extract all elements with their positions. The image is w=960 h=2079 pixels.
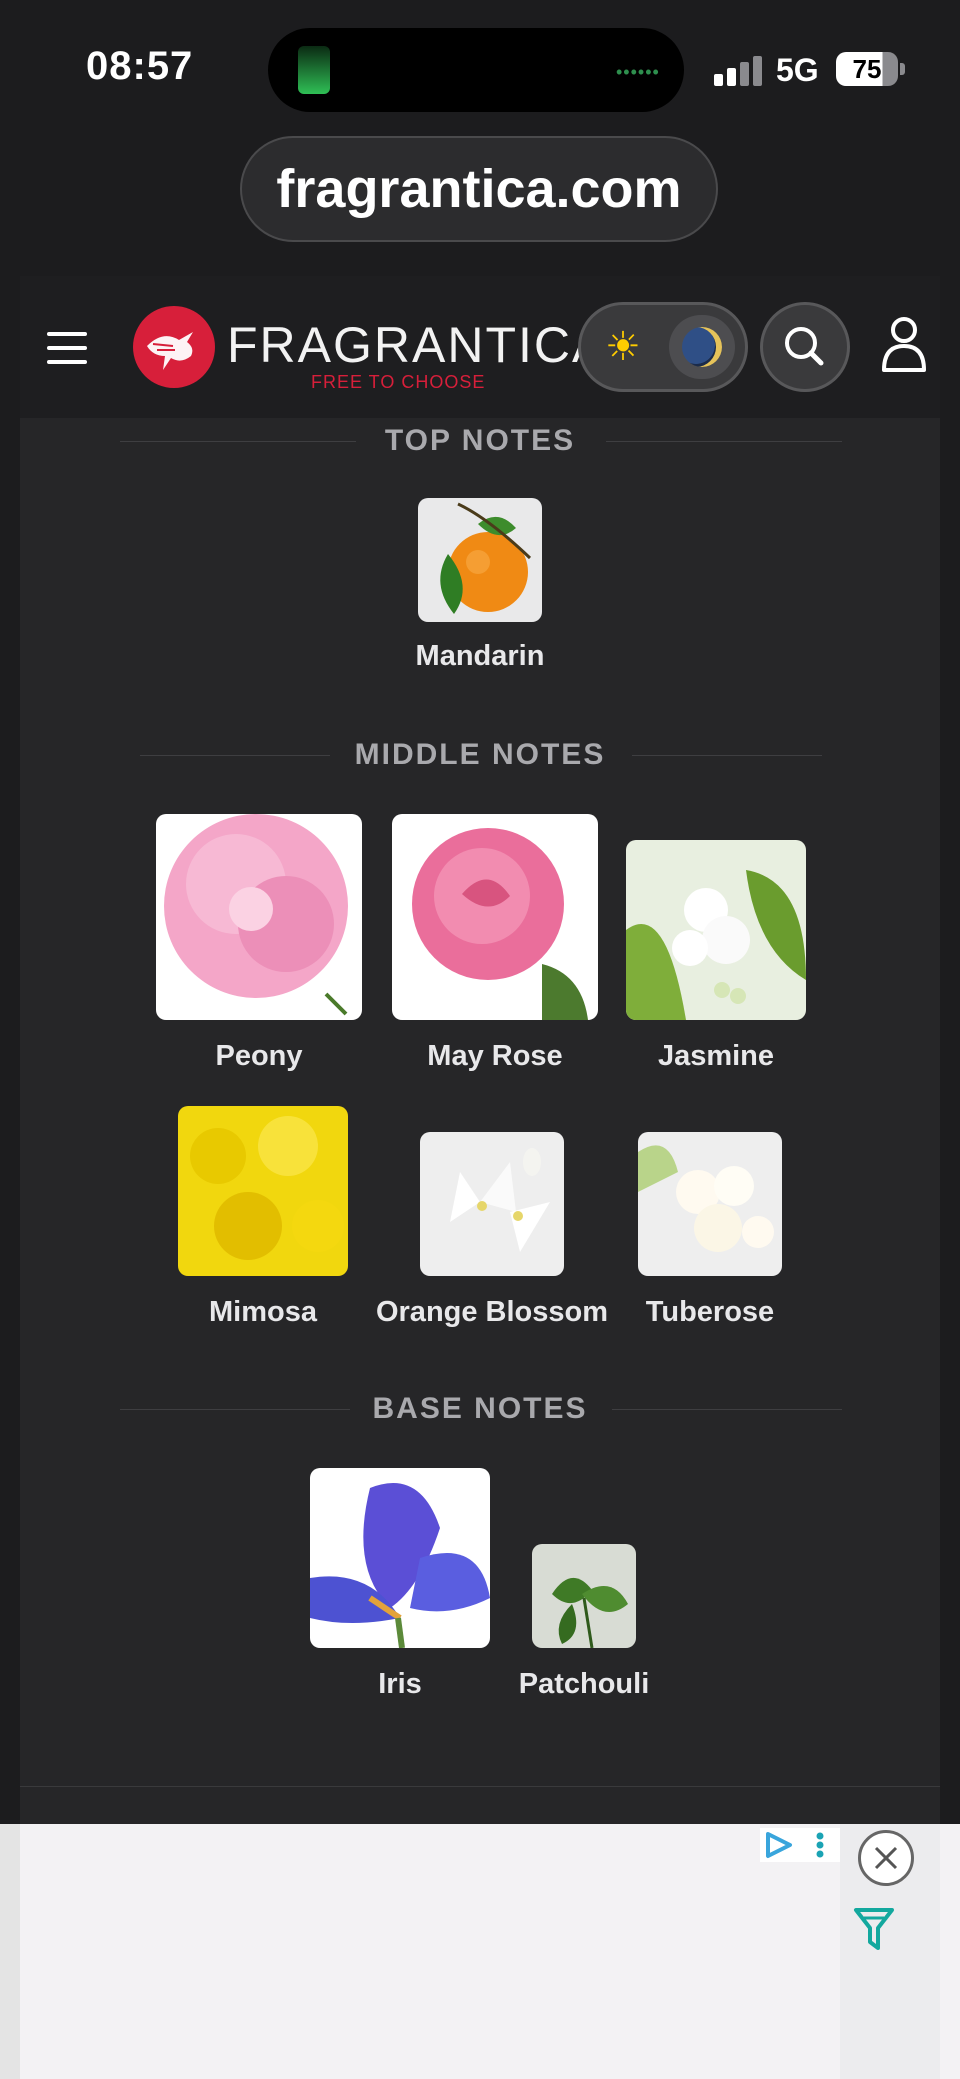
search-button[interactable] [760,302,850,392]
note-label: Jasmine [657,1040,775,1072]
site-header: FRAGRANTICA FREE TO CHOOSE ☀ [20,276,940,418]
orange-blossom-icon [420,1132,564,1276]
section-divider [20,1786,940,1787]
note-may-rose[interactable]: May Rose [392,814,598,1072]
note-label: Patchouli [518,1668,650,1700]
menu-icon[interactable] [47,332,87,364]
tuberose-icon [638,1132,782,1276]
hummingbird-logo-icon[interactable] [133,306,215,388]
battery-tip [900,63,905,75]
battery-level: 75 [852,54,882,84]
patchouli-icon [532,1544,636,1648]
ad-edge-left [0,1824,20,2079]
note-patchouli[interactable]: Patchouli [519,1544,649,1700]
funnel-icon[interactable] [852,1906,896,1952]
base-notes-heading: BASE NOTES [20,1392,940,1426]
base-notes-title: BASE NOTES [372,1392,588,1425]
web-page: FRAGRANTICA FREE TO CHOOSE ☀ TOP NOTES M… [20,276,940,1826]
peony-icon [156,814,362,1020]
battery-icon: 75 [836,52,898,86]
rose-icon [392,814,598,1020]
note-iris[interactable]: Iris [310,1468,490,1700]
note-tuberose[interactable]: Tuberose [638,1132,782,1328]
close-ad-button[interactable] [858,1830,914,1886]
moon-icon [682,327,722,367]
note-jasmine[interactable]: Jasmine [626,840,806,1072]
note-orange-blossom[interactable]: Orange Blossom [376,1132,608,1328]
live-activity-indicator: •••••• [616,62,660,82]
middle-notes-title: MIDDLE NOTES [354,738,606,771]
status-bar: 08:57 •••••• 5G 75 [0,0,960,140]
search-icon [785,327,824,366]
ad-banner[interactable] [0,1824,960,2079]
site-logo-text[interactable]: FRAGRANTICA [227,316,607,374]
status-time: 08:57 [86,44,194,88]
middle-notes-heading: MIDDLE NOTES [20,738,940,772]
theme-toggle-knob [669,315,735,379]
address-bar[interactable]: fragrantica.com [240,136,718,242]
top-notes-title: TOP NOTES [384,424,576,457]
iris-icon [310,1468,490,1648]
note-label: Mandarin [415,640,545,672]
note-label: Tuberose [645,1296,775,1328]
close-icon [874,1846,898,1870]
network-type: 5G [776,52,819,88]
live-activity-icon [298,46,330,94]
sun-icon: ☀ [605,325,641,369]
note-mimosa[interactable]: Mimosa [178,1106,348,1328]
jasmine-icon [626,840,806,1020]
user-account-icon[interactable] [880,310,928,380]
mandarin-icon [418,498,542,622]
mimosa-icon [178,1106,348,1276]
cellular-signal-icon [714,54,764,86]
note-mandarin[interactable]: Mandarin [416,498,544,672]
top-notes-heading: TOP NOTES [20,424,940,458]
site-tagline: FREE TO CHOOSE [311,372,486,392]
theme-toggle[interactable]: ☀ [578,302,748,392]
note-peony[interactable]: Peony [156,814,362,1072]
adchoices-icon[interactable] [760,1828,840,1862]
